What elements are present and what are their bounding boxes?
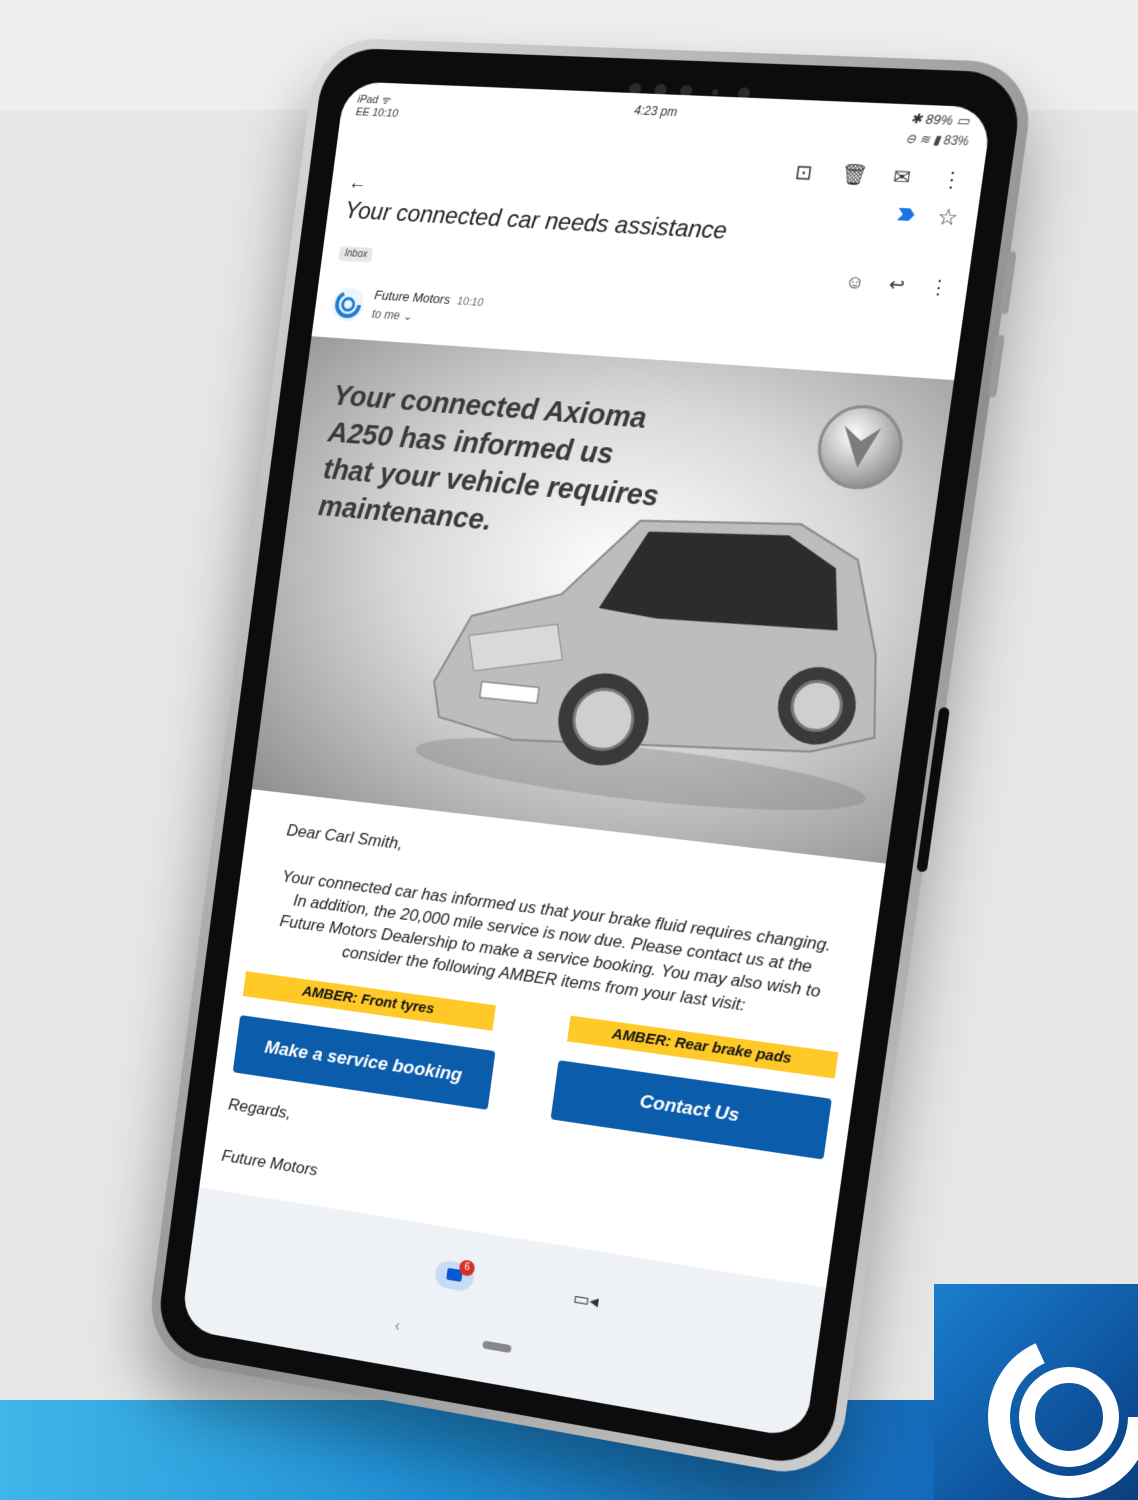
message-actions: ☺ ↩ ⋮ <box>844 271 950 299</box>
inbox-label[interactable]: Inbox <box>338 246 374 263</box>
delete-icon[interactable]: 🗑 <box>840 162 866 189</box>
battery-status: ✱ 89% ▭ <box>910 111 971 130</box>
brand-logo-icon <box>974 1322 1138 1500</box>
car-image <box>393 464 928 832</box>
more-vert-icon[interactable]: ⋮ <box>928 276 950 299</box>
mail-tab[interactable]: 6 <box>434 1259 475 1292</box>
regards: Regards, <box>227 1095 292 1124</box>
car-brand-emblem <box>812 402 908 492</box>
sent-time: 10:10 <box>456 296 484 309</box>
system-home-handle[interactable] <box>482 1340 512 1353</box>
mark-unread-icon[interactable]: ✉ <box>889 164 915 191</box>
battery-status-secondary: ⊖ ≋ ▮ 83% <box>905 131 970 148</box>
contact-us-button[interactable]: Contact Us <box>551 1060 832 1159</box>
sender-line: Future Motors 10:10 <box>374 287 485 309</box>
star-icon[interactable]: ☆ <box>936 204 960 232</box>
more-vert-icon[interactable]: ⋮ <box>939 166 966 193</box>
cta-buttons: Make a service booking Contact Us <box>233 1015 832 1160</box>
system-back-icon[interactable]: ‹ <box>394 1318 401 1336</box>
signoff: Future Motors <box>220 1146 318 1180</box>
make-service-booking-button[interactable]: Make a service booking <box>233 1015 496 1110</box>
back-arrow-icon[interactable]: ← <box>347 172 368 195</box>
recipient-details[interactable]: to me ⌄ <box>371 307 413 323</box>
important-marker-icon[interactable] <box>897 208 915 221</box>
sender-name: Future Motors <box>374 287 452 306</box>
sender-logo-icon <box>330 287 366 322</box>
email-subject: Your connected car needs assistance <box>343 197 729 246</box>
meet-tab-icon[interactable]: ▭◂ <box>572 1288 600 1313</box>
brand-logo-tile <box>934 1284 1138 1500</box>
emoji-icon[interactable]: ☺ <box>844 271 866 294</box>
archive-icon[interactable]: ⊡ <box>791 159 817 186</box>
reply-icon[interactable]: ↩ <box>887 274 906 297</box>
hero-banner: Your connected Axioma A250 has informed … <box>252 336 954 863</box>
email-toolbar: ⊡ 🗑 ✉ ⋮ <box>791 159 965 193</box>
sender-avatar[interactable] <box>330 287 366 322</box>
